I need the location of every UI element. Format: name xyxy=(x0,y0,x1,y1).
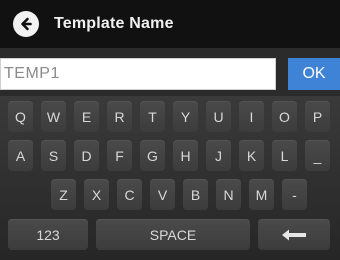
title-bar: Template Name xyxy=(0,0,340,48)
on-screen-keyboard: Q W E R T Y U I O P A S D F G H J K L _ … xyxy=(0,96,340,260)
template-name-input[interactable]: TEMP1 xyxy=(0,58,276,90)
back-button[interactable] xyxy=(13,11,39,37)
space-key[interactable]: SPACE xyxy=(96,219,250,250)
back-arrow-icon xyxy=(21,17,32,31)
key-l[interactable]: L xyxy=(272,140,297,171)
key-m[interactable]: M xyxy=(249,179,274,210)
key-n[interactable]: N xyxy=(216,179,241,210)
key-d[interactable]: D xyxy=(74,140,99,171)
key-f[interactable]: F xyxy=(107,140,132,171)
key-z[interactable]: Z xyxy=(51,179,76,210)
key-k[interactable]: K xyxy=(239,140,264,171)
key-t[interactable]: T xyxy=(140,101,165,132)
key-a[interactable]: A xyxy=(8,140,33,171)
key-r[interactable]: R xyxy=(107,101,132,132)
key-h[interactable]: H xyxy=(173,140,198,171)
key-b[interactable]: B xyxy=(183,179,208,210)
key-q[interactable]: Q xyxy=(8,101,33,132)
key-i[interactable]: I xyxy=(239,101,264,132)
numbers-key[interactable]: 123 xyxy=(8,219,88,250)
key-w[interactable]: W xyxy=(41,101,66,132)
key-v[interactable]: V xyxy=(150,179,175,210)
key-dash[interactable]: - xyxy=(282,179,307,210)
page-title: Template Name xyxy=(54,15,174,32)
key-u[interactable]: U xyxy=(206,101,231,132)
key-p[interactable]: P xyxy=(305,101,330,132)
ok-button[interactable]: OK xyxy=(288,58,340,90)
key-c[interactable]: C xyxy=(117,179,142,210)
key-s[interactable]: S xyxy=(41,140,66,171)
input-row: TEMP1 OK xyxy=(0,58,340,90)
key-y[interactable]: Y xyxy=(173,101,198,132)
key-underscore[interactable]: _ xyxy=(305,140,330,171)
key-o[interactable]: O xyxy=(272,101,297,132)
backspace-arrow-icon xyxy=(282,229,306,240)
key-g[interactable]: G xyxy=(140,140,165,171)
key-e[interactable]: E xyxy=(74,101,99,132)
template-name-value: TEMP1 xyxy=(4,65,60,82)
backspace-key[interactable] xyxy=(258,219,330,250)
key-j[interactable]: J xyxy=(206,140,231,171)
key-x[interactable]: X xyxy=(84,179,109,210)
